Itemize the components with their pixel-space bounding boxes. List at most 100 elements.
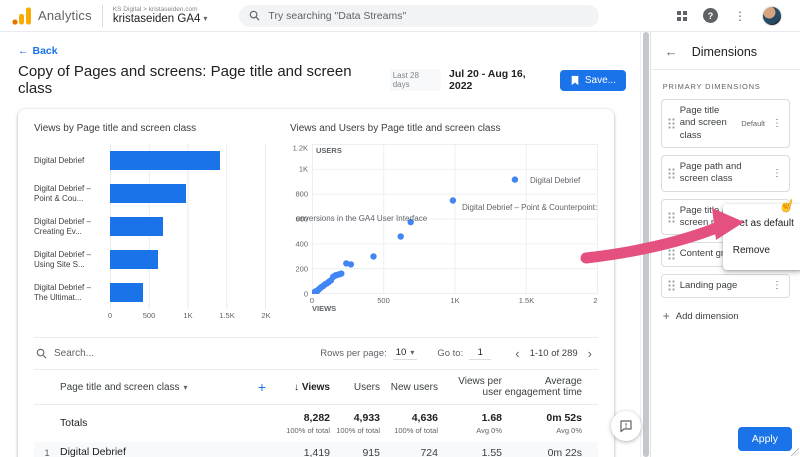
total-sub: Avg 0%: [556, 426, 582, 435]
menu-item-remove[interactable]: Remove: [723, 237, 800, 264]
cell-views: 1,419: [303, 447, 330, 457]
bar-row: Digital Debrief – Using Site S...: [34, 243, 266, 276]
total-views: 8,282: [303, 412, 330, 424]
ga4-app: Analytics KS Digital > kristaseiden.com …: [0, 0, 800, 457]
dimension-context-menu: Set as default Remove: [722, 204, 800, 270]
add-column-button[interactable]: +: [252, 379, 272, 395]
prev-page-button[interactable]: ‹: [511, 346, 523, 361]
feedback-button[interactable]: [611, 411, 641, 441]
menu-item-set-as-default[interactable]: Set as default: [723, 210, 800, 237]
dimension-card-landing-page[interactable]: Landing page ⋮: [660, 273, 790, 299]
column-header-views[interactable]: ↓ Views: [272, 382, 330, 393]
account-switcher[interactable]: KS Digital > kristaseiden.com kristaseid…: [113, 6, 208, 26]
bar[interactable]: [110, 283, 144, 302]
bar-row: Digital Debrief – Creating Ev...: [34, 210, 266, 243]
goto-label: Go to:: [437, 348, 464, 359]
x-tick: 1.5K: [219, 311, 235, 320]
dimension-label: Page path and screen class: [679, 161, 742, 185]
panel-back-icon[interactable]: ←: [665, 44, 678, 59]
account-path: KS Digital > kristaseiden.com: [112, 5, 198, 13]
dimension-kebab-icon[interactable]: ⋮: [770, 168, 784, 179]
dimensions-panel: ← Dimensions PRIMARY DIMENSIONS Page tit…: [649, 32, 800, 457]
global-search-input[interactable]: Try searching "Data Streams": [239, 4, 600, 27]
report-card: Views by Page title and screen class Dig…: [18, 109, 614, 457]
point-label: onversions in the GA4 User Interface: [296, 214, 428, 223]
drag-handle-icon[interactable]: [668, 211, 675, 223]
add-dimension-button[interactable]: + Add dimension: [661, 305, 790, 327]
drag-handle-icon[interactable]: [668, 118, 675, 129]
dimension-kebab-icon[interactable]: ⋮: [770, 118, 784, 129]
bar[interactable]: [110, 184, 187, 203]
bar-label: Digital Debrief – Point & Cou...: [34, 183, 91, 203]
help-icon[interactable]: ?: [703, 8, 718, 23]
scatter-plot-area[interactable]: USERS Digital Debrief Digital Debrief – …: [296, 144, 598, 294]
bar[interactable]: [110, 217, 164, 236]
feedback-bubble-icon: [620, 420, 632, 433]
column-header-views-per-user[interactable]: Views per user: [438, 376, 502, 398]
avatar[interactable]: [762, 5, 782, 26]
total-sub: 100% of total: [286, 426, 330, 435]
next-page-button[interactable]: ›: [584, 346, 596, 361]
rows-per-page-label: Rows per page:: [320, 348, 387, 359]
top-bar: Analytics KS Digital > kristaseiden.com …: [0, 0, 800, 32]
total-sub: 100% of total: [336, 426, 380, 435]
col-label: Views: [301, 381, 330, 393]
x-tick: 500: [142, 311, 156, 320]
analytics-logo[interactable]: Analytics: [10, 6, 92, 26]
drag-handle-icon[interactable]: [668, 280, 675, 292]
bar-x-axis: 0 500 1K 1.5K 2K: [108, 311, 271, 323]
dimension-header[interactable]: Page title and screen class ▾: [60, 382, 252, 393]
dimension-card-page-title-screen-class[interactable]: Page title and screen class Default ⋮: [660, 99, 790, 149]
bar[interactable]: [110, 151, 220, 170]
x-tick: 1K: [450, 296, 460, 305]
goto-value: 1: [477, 347, 483, 358]
point-label: Digital Debrief – Point & Counterpoint: …: [462, 203, 598, 212]
dimension-label: Landing page: [679, 279, 738, 291]
dimension-kebab-icon[interactable]: ⋮: [770, 280, 784, 291]
y-tick: 200: [295, 264, 308, 274]
search-icon: [250, 10, 260, 21]
brand-name: Analytics: [38, 8, 92, 23]
bar[interactable]: [110, 250, 159, 269]
table-row[interactable]: 1 Digital Debrief 1,419 915 724 1.55 0m …: [34, 442, 598, 457]
apply-button[interactable]: Apply: [737, 427, 792, 451]
cell-new-users: 724: [420, 447, 438, 457]
save-button[interactable]: Save...: [559, 69, 626, 91]
property-name: kristaseiden GA4: [112, 12, 201, 25]
back-link[interactable]: ← Back: [18, 45, 58, 57]
y-tick: 1.2K: [292, 143, 308, 153]
rows-per-page-select[interactable]: 10 ▾: [392, 347, 418, 360]
bar-chart-title: Views by Page title and screen class: [34, 123, 197, 134]
resize-handle[interactable]: [791, 448, 799, 456]
scrollbar-thumb[interactable]: [643, 32, 649, 457]
point-label: Digital Debrief: [530, 176, 581, 185]
dimension-card-page-path-screen-class[interactable]: Page path and screen class ⋮: [660, 155, 790, 192]
goto-input[interactable]: 1: [469, 347, 492, 360]
chevron-down-icon: ▾: [203, 13, 208, 23]
date-range-picker[interactable]: Jul 20 - Aug 16, 2022: [449, 68, 552, 92]
table-header-row: Page title and screen class ▾ + ↓ Views …: [34, 369, 598, 405]
drag-handle-icon[interactable]: [668, 168, 675, 179]
data-table: Page title and screen class ▾ + ↓ Views …: [34, 369, 598, 457]
total-engagement: 0m 52s: [546, 412, 582, 424]
kebab-menu-icon[interactable]: ⋮: [734, 9, 746, 23]
apps-grid-icon[interactable]: [677, 10, 681, 15]
drag-handle-icon[interactable]: [668, 249, 675, 260]
analytics-bars-icon: [12, 7, 31, 25]
column-header-new-users[interactable]: New users: [380, 382, 438, 393]
bar-label: Digital Debrief – Using Site S...: [34, 249, 91, 269]
divider: [101, 4, 103, 27]
scrollbar-track: [640, 32, 650, 457]
x-axis-label: VIEWS: [312, 304, 337, 313]
column-header-avg-engagement[interactable]: Average engagement time: [502, 376, 582, 398]
bar-label: Digital Debrief – Creating Ev...: [34, 216, 91, 236]
panel-title: Dimensions: [691, 44, 758, 59]
x-tick: 1K: [183, 311, 193, 320]
row-name: Digital Debrief: [60, 446, 126, 457]
bar-label: Digital Debrief: [34, 155, 85, 165]
table-search-input[interactable]: Search...: [36, 348, 94, 359]
back-arrow-icon: ←: [18, 45, 29, 57]
x-tick: 2K: [593, 296, 598, 305]
column-header-users[interactable]: Users: [330, 382, 380, 393]
y-tick: 400: [295, 239, 308, 249]
